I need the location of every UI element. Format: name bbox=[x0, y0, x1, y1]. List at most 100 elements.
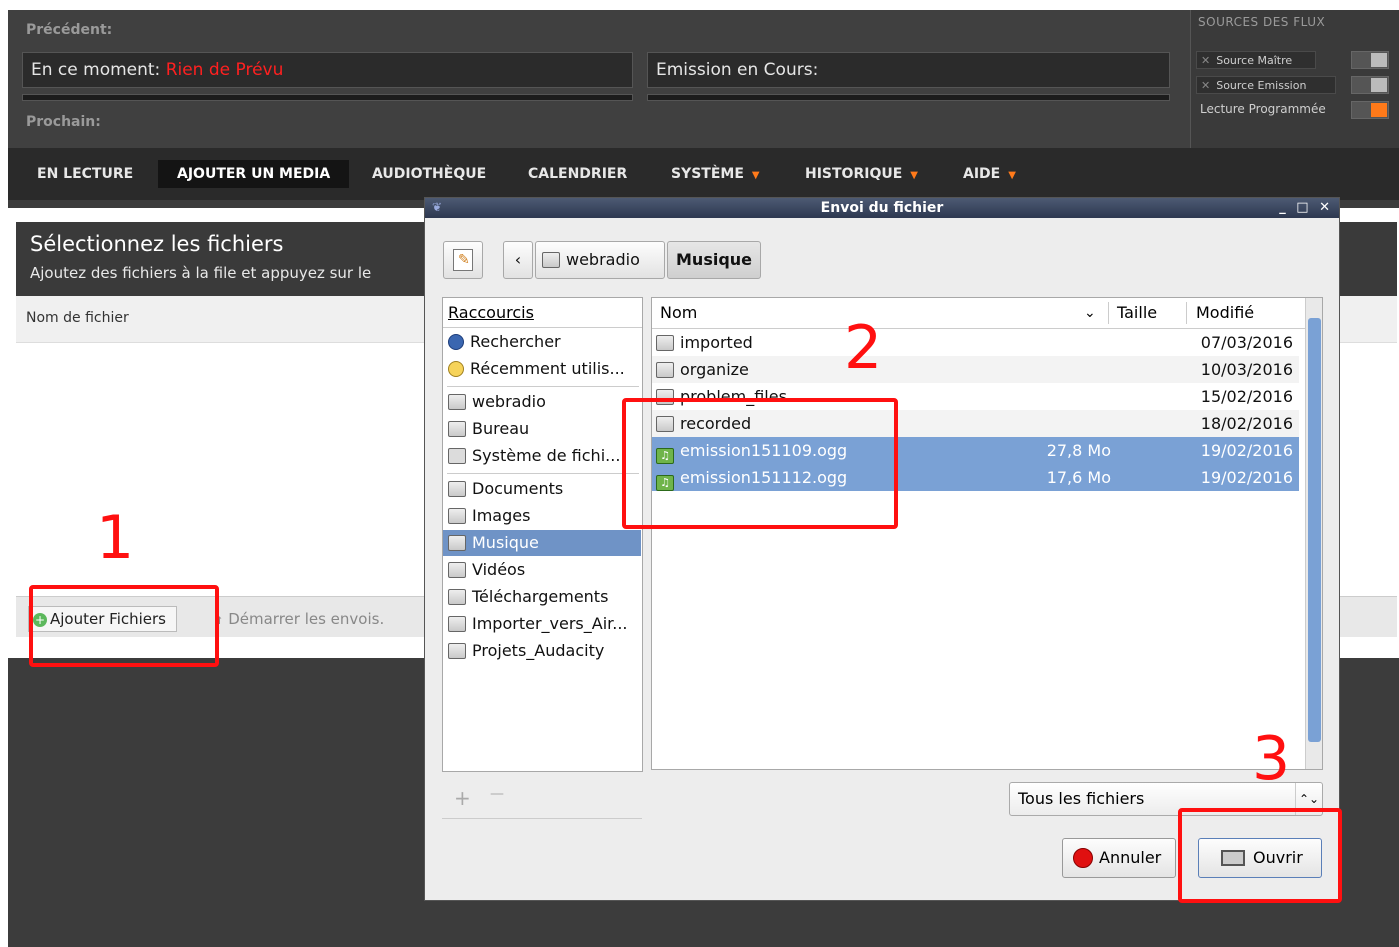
videos-folder-icon bbox=[448, 562, 466, 578]
drive-icon bbox=[448, 448, 466, 464]
shortcut-documents[interactable]: Documents bbox=[443, 476, 641, 502]
shortcut-importer[interactable]: Importer_vers_Air... bbox=[443, 611, 641, 637]
remove-shortcut-icon[interactable]: — bbox=[490, 786, 504, 802]
search-icon bbox=[448, 334, 464, 350]
annotation-box-1 bbox=[29, 585, 219, 667]
nav-systeme-label: SYSTÈME bbox=[671, 166, 744, 182]
shortcut-audacity[interactable]: Projets_Audacity bbox=[443, 638, 641, 664]
separator bbox=[447, 386, 639, 387]
nav-aide-label: AIDE bbox=[963, 166, 1001, 182]
shortcut-label: Musique bbox=[472, 533, 539, 552]
back-button[interactable]: ‹ bbox=[503, 241, 533, 279]
shortcut-musique[interactable]: Musique bbox=[443, 530, 641, 556]
chevron-down-icon: ▼ bbox=[910, 170, 918, 181]
nav-audiotheque[interactable]: AUDIOTHÈQUE bbox=[353, 160, 505, 188]
documents-folder-icon bbox=[448, 481, 466, 497]
edit-location-button[interactable]: ✎ bbox=[443, 241, 483, 279]
column-divider bbox=[1186, 302, 1187, 324]
source-master-label: Source Maître bbox=[1216, 54, 1293, 67]
column-modified[interactable]: Modifié bbox=[1196, 298, 1254, 328]
folder-icon bbox=[448, 616, 466, 632]
nav-ajouter-media[interactable]: AJOUTER UN MEDIA bbox=[158, 160, 350, 188]
shortcut-videos[interactable]: Vidéos bbox=[443, 557, 641, 583]
shortcut-webradio[interactable]: webradio bbox=[443, 389, 641, 415]
dialog-title: Envoi du fichier bbox=[820, 200, 944, 216]
nav-aide[interactable]: AIDE ▼ bbox=[944, 160, 1035, 188]
source-master-toggle[interactable] bbox=[1351, 51, 1389, 69]
source-show: ✕ Source Emission bbox=[1196, 76, 1336, 94]
close-icon[interactable]: ✕ bbox=[1201, 54, 1210, 67]
chevron-down-icon: ▼ bbox=[1008, 170, 1016, 181]
shortcut-recent[interactable]: Récemment utilis... bbox=[443, 356, 641, 382]
folder-icon bbox=[448, 643, 466, 659]
annotation-box-2 bbox=[622, 398, 898, 529]
main-nav: EN LECTURE AJOUTER UN MEDIA AUDIOTHÈQUE … bbox=[8, 148, 1399, 200]
annotation-box-3 bbox=[1178, 808, 1342, 903]
cancel-label: Annuler bbox=[1099, 848, 1162, 867]
app-icon: ❦ bbox=[431, 200, 443, 214]
track-progress bbox=[22, 94, 633, 101]
column-size[interactable]: Taille bbox=[1117, 298, 1157, 328]
current-value: Rien de Prévu bbox=[165, 60, 284, 80]
file-name: imported bbox=[680, 333, 753, 352]
download-folder-icon bbox=[448, 589, 466, 605]
window-controls[interactable]: _ □ ✕ bbox=[1279, 198, 1333, 218]
column-filename: Nom de fichier bbox=[26, 310, 129, 326]
file-size: 27,8 Mo bbox=[1046, 441, 1111, 460]
source-show-label: Source Emission bbox=[1216, 79, 1307, 92]
file-row[interactable]: imported 07/03/2016 bbox=[652, 329, 1299, 356]
close-icon[interactable]: ✕ bbox=[1201, 79, 1210, 92]
chevron-down-icon: ▼ bbox=[751, 170, 760, 181]
path-webradio[interactable]: webradio bbox=[535, 241, 665, 279]
shortcut-label: Rechercher bbox=[470, 332, 561, 351]
dialog-titlebar[interactable]: ❦ Envoi du fichier _ □ ✕ bbox=[425, 198, 1339, 218]
nav-systeme[interactable]: SYSTÈME ▼ bbox=[652, 160, 779, 188]
clock-icon bbox=[448, 361, 464, 377]
desktop-folder-icon bbox=[448, 421, 466, 437]
file-modified: 19/02/2016 bbox=[1200, 441, 1293, 460]
status-header: Précédent: En ce moment: Rien de Prévu E… bbox=[8, 10, 1399, 148]
shortcut-label: Téléchargements bbox=[472, 587, 609, 606]
column-name[interactable]: Nom bbox=[660, 298, 697, 328]
scheduled-toggle[interactable] bbox=[1351, 101, 1389, 119]
file-list-header: Nom ⌄ Taille Modifié bbox=[652, 298, 1322, 329]
nav-calendrier[interactable]: CALENDRIER bbox=[509, 160, 646, 188]
file-size: 17,6 Mo bbox=[1046, 468, 1111, 487]
cancel-button[interactable]: Annuler bbox=[1062, 838, 1176, 878]
file-modified: 18/02/2016 bbox=[1200, 414, 1293, 433]
scrollbar-thumb[interactable] bbox=[1308, 318, 1321, 742]
images-folder-icon bbox=[448, 508, 466, 524]
annotation-number-2: 2 bbox=[844, 313, 883, 383]
shortcut-telechargements[interactable]: Téléchargements bbox=[443, 584, 641, 610]
start-upload-button[interactable]: ⬆ Démarrer les envois. bbox=[214, 606, 384, 634]
annotation-number-1: 1 bbox=[96, 503, 135, 573]
home-folder-icon bbox=[542, 252, 560, 268]
file-modified: 19/02/2016 bbox=[1200, 468, 1293, 487]
shortcut-label: Système de fichi... bbox=[472, 446, 621, 465]
file-modified: 10/03/2016 bbox=[1200, 360, 1293, 379]
shortcut-images[interactable]: Images bbox=[443, 503, 641, 529]
shortcut-label: Bureau bbox=[472, 419, 530, 438]
shortcut-label: Projets_Audacity bbox=[472, 641, 605, 660]
source-master: ✕ Source Maître bbox=[1196, 51, 1316, 69]
source-show-toggle[interactable] bbox=[1351, 76, 1389, 94]
sort-chevron-icon[interactable]: ⌄ bbox=[1084, 298, 1096, 328]
nav-en-lecture[interactable]: EN LECTURE bbox=[18, 160, 152, 188]
shortcut-label: Importer_vers_Air... bbox=[472, 614, 628, 633]
shortcut-systeme[interactable]: Système de fichi... bbox=[443, 443, 641, 469]
shortcut-rechercher[interactable]: Rechercher bbox=[443, 329, 641, 355]
shortcut-bureau[interactable]: Bureau bbox=[443, 416, 641, 442]
add-shortcut-icon[interactable]: + bbox=[454, 786, 471, 810]
shortcut-label: Récemment utilis... bbox=[470, 359, 625, 378]
next-label: Prochain: bbox=[26, 114, 101, 130]
shortcut-label: Images bbox=[472, 506, 531, 525]
file-list-scrollbar[interactable] bbox=[1305, 298, 1322, 769]
nav-historique[interactable]: HISTORIQUE ▼ bbox=[786, 160, 937, 188]
music-folder-icon bbox=[448, 535, 466, 551]
shortcut-label: webradio bbox=[472, 392, 546, 411]
file-open-dialog: ❦ Envoi du fichier _ □ ✕ ✎ ‹ webradio Mu… bbox=[424, 197, 1340, 901]
path-musique[interactable]: Musique bbox=[667, 241, 761, 279]
filter-label: Tous les fichiers bbox=[1018, 789, 1145, 808]
file-row[interactable]: organize 10/03/2016 bbox=[652, 356, 1299, 383]
upload-subtitle: Ajoutez des fichiers à la file et appuye… bbox=[30, 264, 372, 282]
